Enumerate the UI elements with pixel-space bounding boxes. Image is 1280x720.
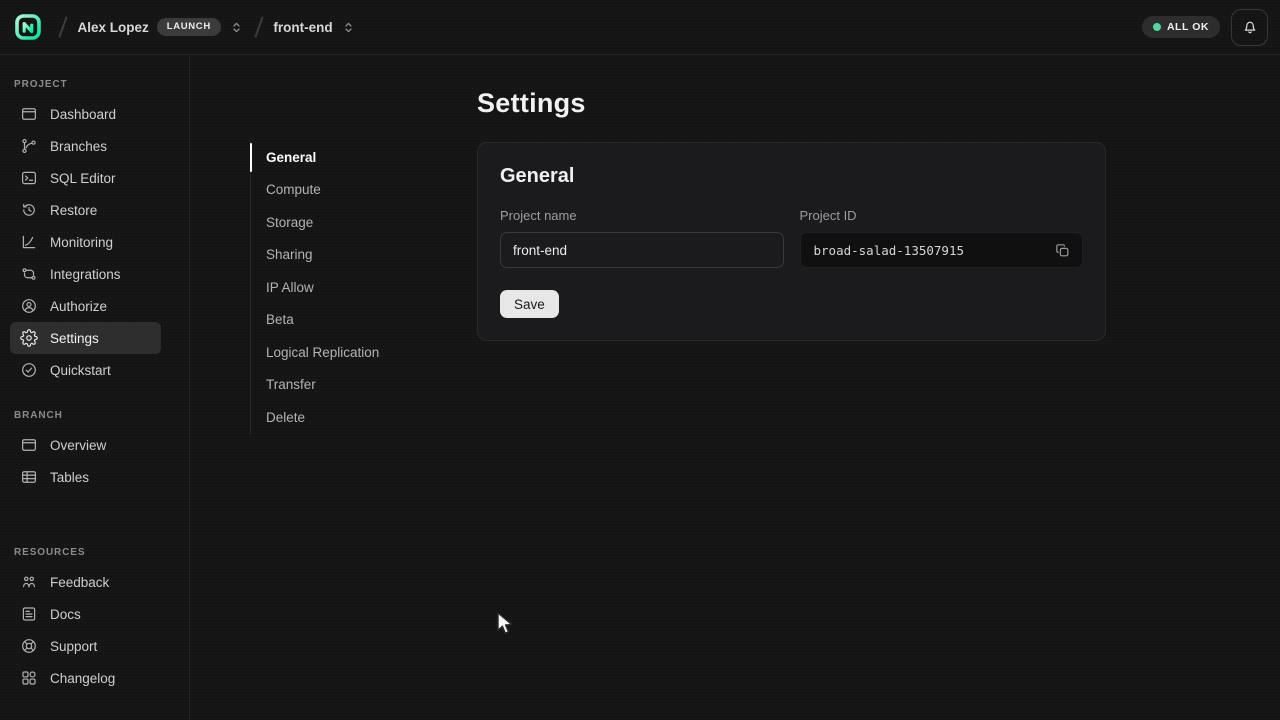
tab-transfer[interactable]: Transfer: [251, 369, 477, 402]
tab-logical-replication[interactable]: Logical Replication: [251, 336, 477, 369]
restore-icon: [20, 201, 38, 219]
copy-project-id-button[interactable]: [1050, 238, 1074, 262]
tab-general[interactable]: General: [251, 141, 477, 174]
breadcrumb-slash: [254, 16, 263, 37]
page-title: Settings: [477, 88, 1106, 119]
copy-icon: [1054, 242, 1071, 259]
save-button[interactable]: Save: [500, 290, 559, 318]
tab-delete[interactable]: Delete: [251, 401, 477, 434]
sidebar-item-label: Quickstart: [50, 363, 111, 378]
sidebar-item-label: Changelog: [50, 671, 115, 686]
neon-logo-icon[interactable]: [14, 13, 42, 41]
docs-icon: [20, 605, 38, 623]
quickstart-icon: [20, 361, 38, 379]
project-name-field-group: Project name: [500, 208, 784, 268]
sidebar-item-feedback[interactable]: Feedback: [10, 566, 161, 598]
project-name-label: Project name: [500, 208, 784, 223]
sidebar-item-settings[interactable]: Settings: [10, 322, 161, 354]
main-content: GeneralComputeStorageSharingIP AllowBeta…: [190, 55, 1280, 720]
project-id-readonly-field: broad-salad-13507915: [800, 232, 1084, 268]
branches-icon: [20, 137, 38, 155]
top-header: Alex Lopez LAUNCH front-end ALL OK: [0, 0, 1280, 55]
sidebar-item-label: Restore: [50, 203, 97, 218]
sidebar-item-label: Branches: [50, 139, 107, 154]
sidebar-section-label: PROJECT: [10, 79, 179, 90]
card-title: General: [500, 165, 1083, 188]
breadcrumb-slash: [58, 16, 67, 37]
support-icon: [20, 637, 38, 655]
tab-compute[interactable]: Compute: [251, 174, 477, 207]
sidebar-item-changelog[interactable]: Changelog: [10, 662, 161, 694]
chevron-updown-icon[interactable]: [341, 20, 356, 35]
tab-beta[interactable]: Beta: [251, 304, 477, 337]
project-id-value: broad-salad-13507915: [814, 243, 1051, 258]
changelog-icon: [20, 669, 38, 687]
sidebar-item-sql-editor[interactable]: SQL Editor: [10, 162, 161, 194]
sidebar-item-quickstart[interactable]: Quickstart: [10, 354, 161, 386]
sidebar-item-label: Authorize: [50, 299, 107, 314]
status-label: ALL OK: [1167, 21, 1209, 33]
sidebar-item-label: Settings: [50, 331, 99, 346]
sidebar-item-authorize[interactable]: Authorize: [10, 290, 161, 322]
settings-icon: [20, 329, 38, 347]
sidebar-item-monitoring[interactable]: Monitoring: [10, 226, 161, 258]
sidebar-item-label: Monitoring: [50, 235, 113, 250]
sidebar-item-label: SQL Editor: [50, 171, 116, 186]
plan-badge: LAUNCH: [157, 18, 221, 36]
feedback-icon: [20, 573, 38, 591]
sidebar-item-label: Feedback: [50, 575, 109, 590]
sidebar-section-branch: BRANCH Overview Tables: [10, 410, 179, 493]
sidebar-item-label: Tables: [50, 470, 89, 485]
sidebar-item-label: Dashboard: [50, 107, 116, 122]
project-id-field-group: Project ID broad-salad-13507915: [800, 208, 1084, 268]
tab-ip-allow[interactable]: IP Allow: [251, 271, 477, 304]
project-id-label: Project ID: [800, 208, 1084, 223]
sidebar-section-resources: RESOURCES Feedback Docs Support Changelog: [10, 547, 179, 694]
status-badge[interactable]: ALL OK: [1142, 16, 1220, 38]
sidebar-item-label: Integrations: [50, 267, 121, 282]
chevron-updown-icon[interactable]: [229, 20, 244, 35]
sidebar-item-dashboard[interactable]: Dashboard: [10, 98, 161, 130]
notifications-button[interactable]: [1231, 9, 1268, 46]
sidebar-section-label: BRANCH: [10, 410, 179, 421]
sidebar-item-branches[interactable]: Branches: [10, 130, 161, 162]
sidebar-section-label: RESOURCES: [10, 547, 179, 558]
workspace-selector[interactable]: Alex Lopez LAUNCH: [78, 18, 244, 36]
tab-sharing[interactable]: Sharing: [251, 239, 477, 272]
sidebar-item-support[interactable]: Support: [10, 630, 161, 662]
general-settings-card: General Project name Project ID broad-sa…: [477, 142, 1106, 341]
status-dot-icon: [1153, 23, 1161, 31]
bell-icon: [1241, 18, 1259, 36]
settings-tab-list: GeneralComputeStorageSharingIP AllowBeta…: [250, 141, 477, 434]
project-name: front-end: [273, 20, 332, 35]
tables-icon: [20, 468, 38, 486]
sidebar-item-label: Docs: [50, 607, 81, 622]
overview-icon: [20, 436, 38, 454]
sidebar-item-integrations[interactable]: Integrations: [10, 258, 161, 290]
sql-editor-icon: [20, 169, 38, 187]
sidebar-item-label: Overview: [50, 438, 106, 453]
integrations-icon: [20, 265, 38, 283]
sidebar: PROJECT Dashboard Branches SQL Editor Restor…: [0, 55, 190, 720]
sidebar-item-docs[interactable]: Docs: [10, 598, 161, 630]
sidebar-item-overview[interactable]: Overview: [10, 429, 161, 461]
sidebar-item-restore[interactable]: Restore: [10, 194, 161, 226]
project-selector[interactable]: front-end: [273, 20, 355, 35]
sidebar-section-project: PROJECT Dashboard Branches SQL Editor Restor…: [10, 79, 179, 386]
sidebar-item-tables[interactable]: Tables: [10, 461, 161, 493]
authorize-icon: [20, 297, 38, 315]
tab-storage[interactable]: Storage: [251, 206, 477, 239]
project-name-input[interactable]: [500, 232, 784, 268]
dashboard-icon: [20, 105, 38, 123]
workspace-name: Alex Lopez: [78, 20, 149, 35]
sidebar-item-label: Support: [50, 639, 97, 654]
monitoring-icon: [20, 233, 38, 251]
